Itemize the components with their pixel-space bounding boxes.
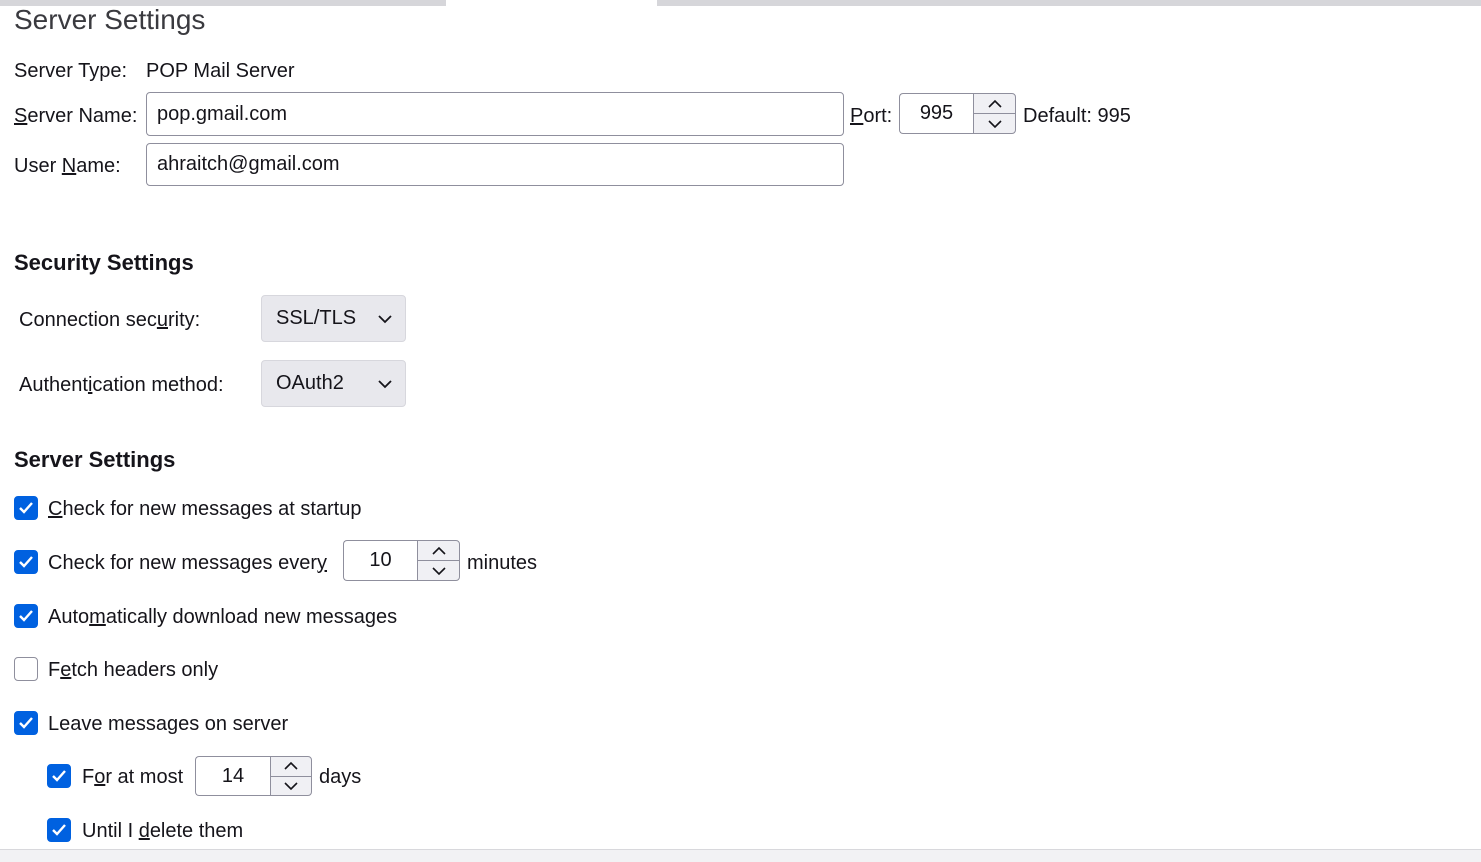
port-label: Port: [850, 105, 893, 127]
user-name-field[interactable]: ahraitch@gmail.com [146, 143, 844, 186]
chevron-up-icon [431, 546, 446, 555]
bottom-scroll-edge [0, 849, 1481, 862]
check-at-startup-checkbox[interactable] [14, 496, 38, 520]
for-at-most-checkbox[interactable] [47, 764, 71, 788]
check-interval-input[interactable]: 10 [343, 540, 417, 581]
chevron-up-icon [284, 762, 298, 770]
connection-security-select[interactable]: SSL/TLS [261, 295, 406, 342]
tab-strip-right [657, 0, 1481, 6]
auto-download-checkbox[interactable] [14, 604, 38, 628]
chevron-down-icon [987, 119, 1002, 128]
check-interval-stepper[interactable]: 10 [343, 540, 460, 581]
check-at-startup-label[interactable]: Check for new messages at startup [48, 497, 362, 521]
user-name-label: User Name: [14, 155, 121, 177]
days-input[interactable]: 14 [195, 756, 270, 796]
fetch-headers-only-label[interactable]: Fetch headers only [48, 658, 218, 682]
check-every-checkbox[interactable] [14, 550, 38, 574]
authentication-method-select[interactable]: OAuth2 [261, 360, 406, 407]
server-settings-heading: Server Settings [14, 447, 176, 472]
days-increment-button[interactable] [271, 757, 311, 776]
authentication-method-label: Authentication method: [19, 374, 224, 396]
days-decrement-button[interactable] [271, 775, 311, 796]
chevron-down-icon [284, 782, 298, 790]
port-decrement-button[interactable] [974, 113, 1015, 133]
chevron-down-icon [378, 314, 392, 323]
until-delete-checkbox[interactable] [47, 818, 71, 842]
checkmark-icon [52, 824, 66, 836]
leave-on-server-checkbox[interactable] [14, 711, 38, 735]
page-title: Server Settings [14, 4, 206, 35]
days-label: days [319, 766, 362, 788]
port-default-text: Default: 995 [1023, 105, 1131, 127]
checkmark-icon [19, 717, 33, 729]
minutes-label: minutes [467, 552, 538, 574]
port-increment-button[interactable] [974, 94, 1015, 113]
checkmark-icon [19, 610, 33, 622]
days-stepper[interactable]: 14 [195, 756, 312, 796]
security-settings-heading: Security Settings [14, 250, 194, 275]
port-input[interactable]: 995 [899, 93, 973, 134]
checkmark-icon [19, 556, 33, 568]
for-at-most-label[interactable]: For at most [82, 765, 183, 789]
leave-on-server-label[interactable]: Leave messages on server [48, 712, 288, 736]
check-every-label[interactable]: Check for new messages every [48, 551, 327, 575]
chevron-down-icon [431, 566, 446, 575]
port-stepper[interactable]: 995 [899, 93, 1016, 134]
server-type-value: POP Mail Server [146, 60, 295, 82]
check-interval-increment-button[interactable] [418, 541, 459, 560]
check-interval-decrement-button[interactable] [418, 560, 459, 580]
auto-download-label[interactable]: Automatically download new messages [48, 605, 397, 629]
server-name-label: Server Name: [14, 105, 138, 127]
checkmark-icon [52, 770, 66, 782]
chevron-up-icon [987, 99, 1002, 108]
fetch-headers-only-checkbox[interactable] [14, 657, 38, 681]
chevron-down-icon [378, 379, 392, 388]
server-type-label: Server Type: [14, 60, 128, 82]
connection-security-label: Connection security: [19, 309, 201, 331]
server-name-field[interactable]: pop.gmail.com [146, 92, 844, 136]
until-delete-label[interactable]: Until I delete them [82, 819, 243, 843]
checkmark-icon [19, 502, 33, 514]
